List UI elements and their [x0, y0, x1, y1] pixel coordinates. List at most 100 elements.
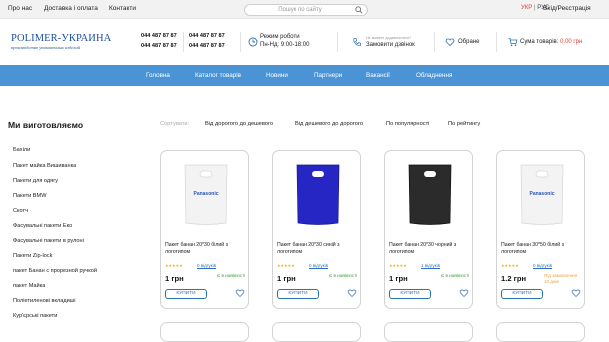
cart-sum: 0.00 грн — [560, 39, 583, 45]
sidebar-item[interactable]: Фасувальні пакети Еко — [13, 223, 72, 229]
callback-link[interactable]: Замовити дзвінок — [366, 42, 415, 48]
cart-summary[interactable]: Сума товарів: 0.00 грн — [520, 39, 582, 45]
sort-label: Сортувати: — [160, 121, 190, 127]
lang-ukr[interactable]: УКР — [521, 5, 532, 11]
product-card[interactable] — [272, 322, 361, 342]
product-image[interactable]: Panasonic — [517, 163, 567, 227]
buy-button[interactable]: КУПИТИ — [165, 289, 207, 299]
product-card[interactable]: Пакет банан 20*30 синій з логотипом ★★★★… — [272, 150, 361, 309]
divider — [183, 32, 184, 52]
rating-stars: ★★★★★ — [501, 263, 519, 268]
login-link[interactable]: Вхід/Реєстрація — [543, 5, 591, 12]
phone-1[interactable]: 044 487 87 87 — [141, 33, 177, 39]
product-price: 1 грн — [389, 274, 408, 283]
rating-stars: ★★★★★ — [389, 263, 407, 268]
logo-subtitle: производство упаковочных изделий — [11, 45, 80, 50]
availability: Є в наявності — [441, 273, 470, 278]
sidebar-item[interactable]: пакет Банан с прорезной ручкой — [13, 268, 97, 274]
top-bar: Про нас Доставка і оплата Контакти Пошук… — [0, 0, 609, 19]
product-image[interactable] — [405, 163, 455, 227]
product-price: 1 грн — [165, 274, 184, 283]
buy-button[interactable]: КУПИТИ — [501, 289, 543, 299]
cart-label: Сума товарів: — [520, 39, 559, 45]
callback-note: Не можете додзвонитися? — [366, 36, 412, 40]
product-image[interactable]: Panasonic — [181, 163, 231, 227]
sidebar-item[interactable]: Пакет майка Вишиванка — [13, 163, 76, 169]
sidebar-item[interactable]: Кур'єрські пакети — [13, 313, 57, 319]
sort-option[interactable]: Від дорогого до дешевого — [205, 121, 273, 127]
sort-option[interactable]: Від дешевого до дорогого — [295, 121, 363, 127]
heart-icon[interactable] — [459, 288, 469, 298]
nav-vacancies[interactable]: Вакансії — [366, 72, 390, 79]
favorites-link[interactable]: Обране — [458, 39, 479, 45]
sidebar-item[interactable]: Бахіли — [13, 147, 30, 153]
nav-partners[interactable]: Партнери — [314, 72, 342, 79]
phone-2[interactable]: 044 487 87 87 — [141, 43, 177, 49]
nav-equipment[interactable]: Обладнення — [416, 72, 452, 79]
product-name[interactable]: Пакет банан 30*50 білий з логотипом — [501, 242, 583, 256]
product-card[interactable] — [496, 322, 585, 342]
sidebar-item[interactable]: Скотч — [13, 208, 28, 214]
search-placeholder: Пошук по сайту — [278, 7, 322, 13]
logo-title: POLIMER-УКРАИНА — [11, 33, 112, 44]
product-image[interactable] — [293, 163, 343, 227]
rating-stars: ★★★★★ — [277, 263, 295, 268]
product-price: 1 грн — [277, 274, 296, 283]
search-icon[interactable] — [355, 6, 363, 14]
phone-icon — [353, 38, 361, 46]
product-card[interactable] — [384, 322, 473, 342]
heart-icon[interactable] — [235, 288, 245, 298]
sidebar-item[interactable]: Пакети для одягу — [13, 178, 58, 184]
buy-button[interactable]: КУПИТИ — [277, 289, 319, 299]
cart-icon[interactable] — [508, 37, 518, 47]
product-card[interactable]: Пакет банан 20*30 чорний з логотипом ★★★… — [384, 150, 473, 309]
reviews-link[interactable]: 1 відгуків — [421, 263, 440, 268]
sidebar-item[interactable]: Пакети BMW — [13, 193, 46, 199]
heart-icon[interactable] — [347, 288, 357, 298]
availability: Під замовлення 10 днів — [544, 273, 578, 284]
search-input[interactable]: Пошук по сайту — [244, 4, 368, 16]
product-card[interactable]: Panasonic Пакет банан 30*50 білий з лого… — [496, 150, 585, 309]
lang-separator: | — [533, 5, 536, 11]
logo[interactable]: POLIMER-УКРАИНА производство упаковочных… — [11, 33, 111, 50]
phone-3[interactable]: 044 487 87 87 — [189, 33, 225, 39]
divider — [337, 32, 338, 52]
sidebar-item[interactable]: Поліетиленові вкладиші — [13, 298, 75, 304]
sort-option[interactable]: По популярності — [386, 121, 429, 127]
availability: Є в наявності — [329, 273, 358, 278]
nav-catalog[interactable]: Каталог товарів — [195, 72, 241, 79]
divider — [240, 32, 241, 52]
clock-icon — [248, 37, 258, 47]
product-price: 1.2 грн — [501, 274, 527, 283]
link-contacts[interactable]: Контакти — [109, 5, 136, 12]
link-delivery[interactable]: Доставка і оплата — [44, 5, 98, 12]
phone-4[interactable]: 044 487 87 87 — [189, 43, 225, 49]
bag-logo: Panasonic — [529, 191, 554, 197]
heart-icon[interactable] — [571, 288, 581, 298]
sidebar-item[interactable]: пакет Майка — [13, 283, 45, 289]
reviews-link[interactable]: 0 відгуків — [309, 263, 328, 268]
availability: Є в наявності — [217, 273, 246, 278]
bag-logo: Panasonic — [193, 191, 218, 197]
reviews-link[interactable]: 0 відгуків — [197, 263, 216, 268]
product-name[interactable]: Пакет банан 20*30 синій з логотипом — [277, 242, 359, 256]
divider — [434, 32, 435, 52]
product-name[interactable]: Пакет банан 20*30 чорний з логотипом — [389, 242, 471, 256]
nav-home[interactable]: Головна — [146, 72, 170, 79]
product-card[interactable] — [160, 322, 249, 342]
schedule-title: Режим роботи — [260, 34, 300, 40]
nav-news[interactable]: Новини — [266, 72, 288, 79]
heart-icon[interactable] — [445, 37, 455, 47]
sidebar-item[interactable]: Фасувальні пакети в рулоні — [13, 238, 84, 244]
sort-option[interactable]: По рейтингу — [448, 121, 480, 127]
product-name[interactable]: Пакет банан 20*30 білий з логотипом — [165, 242, 247, 256]
rating-stars: ★★★★★ — [165, 263, 183, 268]
product-card[interactable]: Panasonic Пакет банан 20*30 білий з лого… — [160, 150, 249, 309]
reviews-link[interactable]: 0 відгуків — [533, 263, 552, 268]
sidebar-item[interactable]: Пакети Zip-lock — [13, 253, 52, 259]
divider — [496, 32, 497, 52]
schedule-hours: Пн-Нд: 9:00-18:00 — [260, 42, 310, 48]
link-about[interactable]: Про нас — [8, 5, 32, 12]
page-title: Ми виготовляємо — [8, 120, 84, 130]
buy-button[interactable]: КУПИТИ — [389, 289, 431, 299]
